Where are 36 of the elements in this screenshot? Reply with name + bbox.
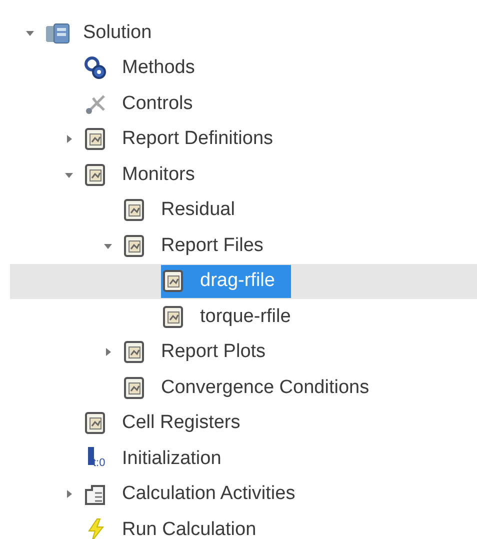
collapsed-arrow-icon[interactable] [65,135,73,144]
tree-item[interactable]: Report Plots [122,336,282,369]
tree-item[interactable]: Controls [83,87,209,120]
document-icon [124,376,144,399]
document-icon [124,234,144,257]
expanded-arrow-icon[interactable] [65,170,73,179]
tree-item[interactable]: Report Definitions [83,122,290,156]
tools-icon [86,94,106,114]
tree-item[interactable]: Methods [83,52,211,85]
expanded-arrow-icon[interactable] [26,28,34,37]
tree-item[interactable]: Convergence Conditions [122,371,386,404]
collapsed-arrow-icon[interactable] [65,490,73,498]
document-icon [124,199,144,222]
document-icon [163,306,183,328]
document-icon [85,485,105,506]
document-icon [85,164,105,186]
document-icon [124,341,144,364]
solution-icon [46,23,70,44]
lightning-icon [88,518,104,539]
tree-item[interactable]: torque-rfile [161,300,307,334]
tree-item[interactable]: t:0 Initialization [83,442,238,476]
tree-item[interactable]: Monitors [83,158,211,192]
tree-item[interactable]: Calculation Activities [83,478,312,511]
gears-icon [84,56,106,80]
tree-item[interactable]: Run Calculation [83,513,272,539]
tree-item[interactable]: Residual [122,194,251,227]
document-icon [85,128,105,150]
tree-item[interactable]: Solution [44,16,168,50]
icon-label: t:0 [93,456,106,469]
expanded-arrow-icon[interactable] [104,242,112,250]
collapsed-arrow-icon[interactable] [104,348,112,356]
bar-icon [88,446,94,465]
document-icon [163,270,183,292]
document-icon [85,412,105,434]
tree-item[interactable]: Report Files [122,229,280,262]
tree-item[interactable]: Cell Registers [83,406,256,440]
